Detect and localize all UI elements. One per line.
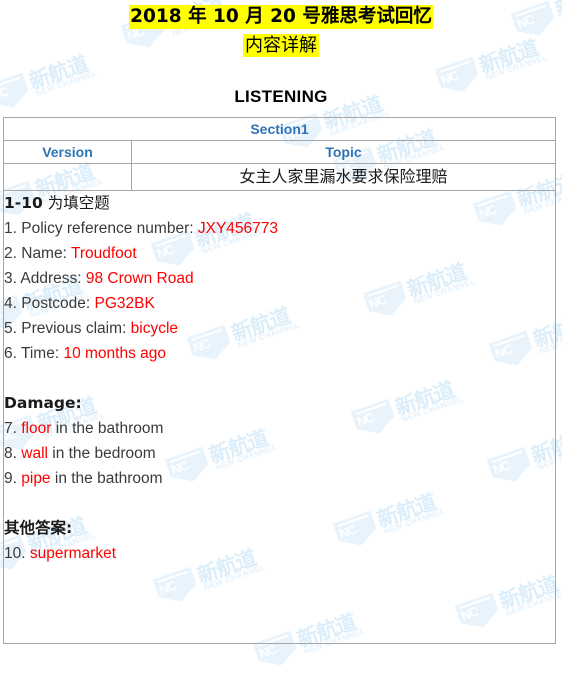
answer-list-other: 10. supermarket: [4, 541, 555, 566]
item-number: 4.: [4, 295, 17, 312]
table-row-section: Section1: [2, 117, 557, 141]
item-tail: in the bathroom: [50, 470, 163, 487]
item-answer: JXY456773: [197, 220, 279, 237]
column-header-version: Version: [3, 140, 132, 164]
item-number: 8.: [4, 445, 17, 462]
question-range-text: 为填空题: [42, 194, 110, 212]
list-item: 1. Policy reference number: JXY456773: [4, 216, 555, 241]
document-title: 2018 年 10 月 20 号雅思考试回忆: [129, 5, 433, 29]
item-number: 10.: [4, 545, 26, 562]
list-item: 5. Previous claim: bicycle: [4, 316, 555, 341]
item-number: 3.: [4, 270, 17, 287]
item-prompt: Name:: [16, 245, 71, 262]
item-prompt: Previous claim:: [16, 320, 131, 337]
item-answer: bicycle: [130, 320, 179, 337]
list-item: 4. Postcode: PG32BK: [4, 291, 555, 316]
item-prompt: Policy reference number:: [16, 220, 198, 237]
item-answer: wall: [21, 445, 48, 462]
question-range-number: 1-10: [4, 194, 43, 212]
item-answer: floor: [21, 420, 52, 437]
document-subtitle: 内容详解: [243, 34, 319, 57]
listening-section-heading: LISTENING: [234, 87, 328, 106]
item-answer: supermarket: [29, 545, 117, 562]
answer-list-main: 1. Policy reference number: JXY456773 2.…: [4, 216, 555, 366]
item-answer: 10 months ago: [63, 345, 166, 362]
item-number: 7.: [4, 420, 17, 437]
item-answer: pipe: [21, 470, 51, 487]
item-tail: in the bedroom: [47, 445, 156, 462]
item-answer: PG32BK: [94, 295, 155, 312]
item-answer: Troudfoot: [70, 245, 137, 262]
column-header-topic: Topic: [130, 140, 557, 164]
item-number: 6.: [4, 345, 17, 362]
list-item: 8. wall in the bedroom: [4, 441, 555, 466]
damage-group-label: Damage:: [4, 394, 82, 412]
item-number: 9.: [4, 470, 17, 487]
list-item: 10. supermarket: [4, 541, 555, 566]
document-subtitle-container: 内容详解: [0, 29, 562, 57]
table-row-topic: 女主人家里漏水要求保险理赔: [3, 163, 557, 191]
item-number: 2.: [4, 245, 17, 262]
item-number: 5.: [4, 320, 17, 337]
document-title-container: 2018 年 10 月 20 号雅思考试回忆: [0, 0, 562, 29]
question-range-label: 1-10 为填空题: [4, 191, 555, 216]
topic-value-cell: 女主人家里漏水要求保险理赔: [130, 163, 557, 191]
answer-list-damage: 7. floor in the bathroom 8. wall in the …: [4, 416, 555, 491]
table-row-body: 1-10 为填空题 1. Policy reference number: JX…: [2, 190, 557, 644]
item-prompt: Address:: [16, 270, 86, 287]
item-tail: in the bathroom: [51, 420, 164, 437]
other-answers-group-label: 其他答案:: [4, 519, 73, 537]
item-prompt: Postcode:: [16, 295, 95, 312]
answers-table: Section1 Version Topic 女主人家里漏水要求保险理赔 1-1…: [2, 117, 557, 644]
list-item: 3. Address: 98 Crown Road: [4, 266, 555, 291]
list-item: 2. Name: Troudfoot: [4, 241, 555, 266]
version-value-cell: [3, 163, 132, 191]
watermark-nc-mark: NC: [257, 641, 278, 662]
item-number: 1.: [4, 220, 17, 237]
list-item: 6. Time: 10 months ago: [4, 341, 555, 366]
table-row-column-headers: Version Topic: [3, 140, 557, 164]
section-label-cell: Section1: [2, 117, 557, 141]
answers-body-cell: 1-10 为填空题 1. Policy reference number: JX…: [2, 190, 557, 644]
item-prompt: Time:: [16, 345, 64, 362]
list-item: 9. pipe in the bathroom: [4, 466, 555, 491]
list-item: 7. floor in the bathroom: [4, 416, 555, 441]
item-answer: 98 Crown Road: [85, 270, 194, 287]
